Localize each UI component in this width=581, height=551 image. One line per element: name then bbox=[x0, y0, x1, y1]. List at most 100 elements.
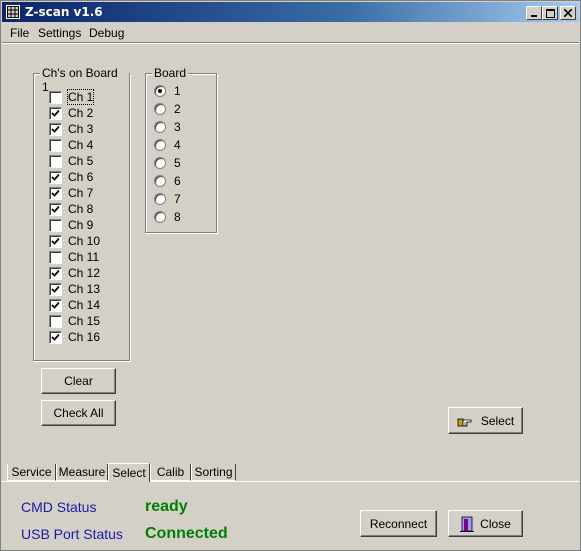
channel-checkbox[interactable] bbox=[49, 298, 62, 312]
channel-label: Ch 9 bbox=[68, 218, 94, 232]
channel-checkbox-row[interactable]: Ch 13 bbox=[49, 281, 100, 297]
board-radio-label: 5 bbox=[174, 156, 181, 170]
tab-select[interactable]: Select bbox=[108, 463, 150, 482]
channel-checkbox-row[interactable]: Ch 5 bbox=[49, 153, 93, 169]
checkmark-icon bbox=[51, 205, 60, 213]
board-radio-label: 7 bbox=[174, 192, 181, 206]
channel-checkbox[interactable] bbox=[49, 314, 62, 328]
board-radio[interactable] bbox=[154, 121, 166, 133]
channel-checkbox-row[interactable]: Ch 7 bbox=[49, 185, 93, 201]
channel-checkbox[interactable] bbox=[49, 234, 62, 248]
channel-checkbox[interactable] bbox=[49, 202, 62, 216]
channel-label: Ch 13 bbox=[68, 282, 101, 296]
channel-label: Ch 11 bbox=[68, 250, 100, 264]
check-all-button[interactable]: Check All bbox=[41, 400, 116, 426]
board-radio-row[interactable]: 2 bbox=[154, 101, 181, 117]
board-radio-row[interactable]: 8 bbox=[154, 209, 181, 225]
tab-measure[interactable]: Measure bbox=[56, 464, 108, 481]
tab-strip-divider bbox=[2, 481, 579, 482]
board-radio[interactable] bbox=[154, 175, 166, 187]
board-radio[interactable] bbox=[154, 211, 166, 223]
app-window: Z-scan v1.6 File Settings Debug Ch's on … bbox=[0, 0, 581, 551]
channel-checkbox[interactable] bbox=[49, 218, 62, 232]
board-radio-row[interactable]: 3 bbox=[154, 119, 181, 135]
menu-file[interactable]: File bbox=[10, 26, 29, 40]
channel-checkbox[interactable] bbox=[49, 186, 62, 200]
channels-group: Ch's on Board 1 Ch 1 Ch 2 Ch 3 Ch 4 Ch 5 Ch 6… bbox=[33, 66, 130, 361]
channel-checkbox-row[interactable]: Ch 9 bbox=[49, 217, 93, 233]
channel-checkbox-row[interactable]: Ch 2 bbox=[49, 105, 93, 121]
channel-checkbox[interactable] bbox=[49, 122, 62, 136]
channel-checkbox-row[interactable]: Ch 11 bbox=[49, 249, 99, 265]
board-radio[interactable] bbox=[154, 85, 166, 97]
clear-button-label: Clear bbox=[64, 374, 93, 388]
reconnect-button[interactable]: Reconnect bbox=[360, 510, 437, 537]
channel-label: Ch 15 bbox=[68, 314, 101, 328]
channel-checkbox-row[interactable]: Ch 4 bbox=[49, 137, 93, 153]
close-window-button[interactable] bbox=[560, 6, 576, 20]
checkmark-icon bbox=[51, 237, 60, 245]
tab-sorting[interactable]: Sorting bbox=[191, 464, 236, 481]
channel-checkbox-row[interactable]: Ch 16 bbox=[49, 329, 100, 345]
channel-checkbox[interactable] bbox=[49, 330, 62, 344]
cmd-status-value: ready bbox=[145, 498, 188, 515]
tab-service-label: Service bbox=[11, 465, 52, 479]
channel-label: Ch 12 bbox=[68, 266, 101, 280]
board-radio[interactable] bbox=[154, 139, 166, 151]
select-button[interactable]: Select bbox=[448, 407, 523, 434]
channel-checkbox[interactable] bbox=[49, 138, 62, 152]
board-radio-label: 1 bbox=[174, 84, 181, 98]
tab-service[interactable]: Service bbox=[7, 464, 56, 481]
channel-checkbox-row[interactable]: Ch 12 bbox=[49, 265, 100, 281]
channel-checkbox-row[interactable]: Ch 6 bbox=[49, 169, 93, 185]
channel-checkbox[interactable] bbox=[49, 250, 62, 264]
channel-label: Ch 1 bbox=[66, 89, 95, 105]
board-radio-row[interactable]: 1 bbox=[154, 83, 181, 99]
menu-debug[interactable]: Debug bbox=[89, 26, 124, 40]
close-button-label: Close bbox=[480, 516, 511, 531]
board-radio-row[interactable]: 6 bbox=[154, 173, 181, 189]
board-radio[interactable] bbox=[154, 193, 166, 205]
channel-checkbox-row[interactable]: Ch 15 bbox=[49, 313, 100, 329]
cmd-status-label: CMD Status bbox=[21, 499, 97, 515]
board-radio-label: 4 bbox=[174, 138, 181, 152]
board-radio-row[interactable]: 7 bbox=[154, 191, 181, 207]
channel-checkbox-row[interactable]: Ch 14 bbox=[49, 297, 100, 313]
board-radio-row[interactable]: 5 bbox=[154, 155, 181, 171]
usb-status-label: USB Port Status bbox=[21, 526, 123, 542]
board-radio[interactable] bbox=[154, 157, 166, 169]
board-radio-row[interactable]: 4 bbox=[154, 137, 181, 153]
tab-calib[interactable]: Calib bbox=[150, 464, 191, 481]
channel-label: Ch 10 bbox=[68, 234, 101, 248]
checkmark-icon bbox=[51, 173, 60, 181]
checkmark-icon bbox=[51, 125, 60, 133]
channel-checkbox[interactable] bbox=[49, 266, 62, 280]
channel-checkbox-row[interactable]: Ch 1 bbox=[49, 89, 95, 105]
channel-checkbox-row[interactable]: Ch 3 bbox=[49, 121, 93, 137]
maximize-button[interactable] bbox=[542, 6, 558, 20]
channel-checkbox[interactable] bbox=[49, 106, 62, 120]
channel-checkbox[interactable] bbox=[49, 154, 62, 168]
minimize-button[interactable] bbox=[526, 6, 542, 20]
select-button-label: Select bbox=[480, 413, 515, 428]
clear-button[interactable]: Clear bbox=[41, 368, 116, 394]
channel-checkbox[interactable] bbox=[49, 282, 62, 296]
check-all-button-label: Check All bbox=[53, 406, 104, 420]
tab-calib-label: Calib bbox=[156, 465, 185, 479]
usb-status-value: Connected bbox=[145, 525, 228, 542]
tab-measure-label: Measure bbox=[58, 465, 106, 479]
channel-label: Ch 6 bbox=[68, 170, 94, 184]
channel-checkbox-row[interactable]: Ch 8 bbox=[49, 201, 93, 217]
title-bar[interactable]: Z-scan v1.6 bbox=[2, 2, 579, 22]
channel-label: Ch 5 bbox=[68, 154, 94, 168]
close-button[interactable]: Close bbox=[448, 510, 523, 537]
checkmark-icon bbox=[51, 333, 60, 341]
channel-checkbox[interactable] bbox=[49, 170, 62, 184]
channel-label: Ch 7 bbox=[68, 186, 94, 200]
board-radio[interactable] bbox=[154, 103, 166, 115]
channel-checkbox[interactable] bbox=[49, 90, 62, 104]
channel-checkbox-row[interactable]: Ch 10 bbox=[49, 233, 100, 249]
reconnect-button-label: Reconnect bbox=[369, 516, 428, 531]
menu-settings[interactable]: Settings bbox=[38, 26, 81, 40]
checkmark-icon bbox=[51, 109, 60, 117]
